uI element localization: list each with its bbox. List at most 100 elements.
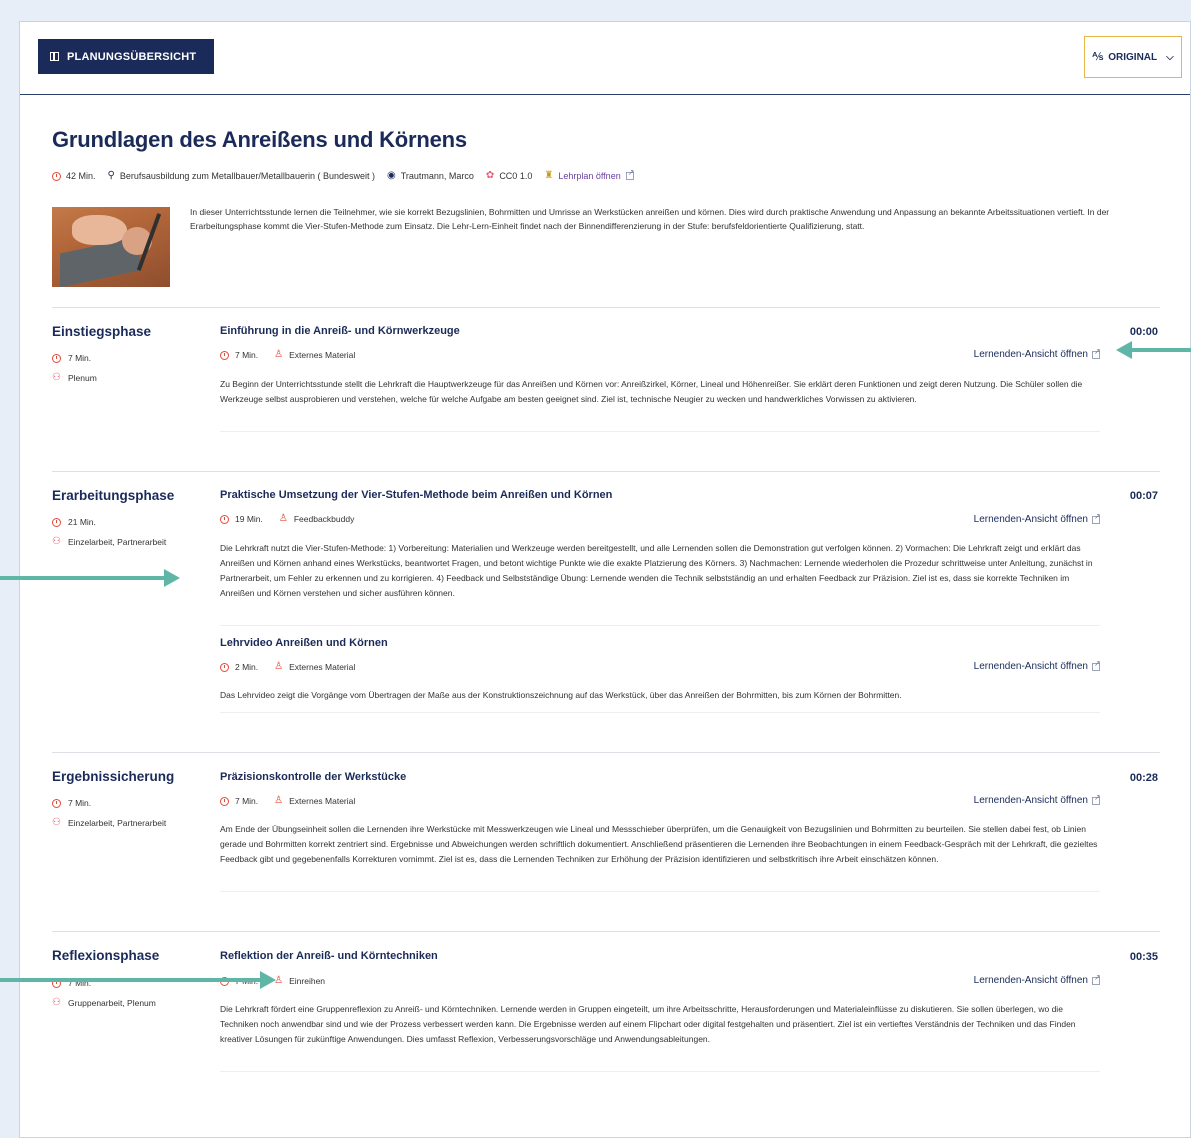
lesson-intro: In dieser Unterrichtsstunde lernen die T… [190, 207, 1110, 231]
activity-description: Die Lehrkraft nutzt die Vier-Stufen-Meth… [220, 543, 1093, 598]
activity-duration: 7 Min. [235, 350, 259, 360]
external-link-icon [1092, 659, 1101, 671]
lesson-program: Berufsausbildung zum Metallbauer/Metallb… [119, 171, 375, 181]
open-learner-view-link[interactable]: Lernenden-Ansicht öffnen [973, 973, 1101, 987]
lesson-image [52, 207, 170, 287]
phase-duration-row: 21 Min. [52, 517, 96, 527]
activity-material: Feedbackbuddy [293, 514, 355, 524]
phase-duration-row: 7 Min. [52, 353, 91, 363]
state-crest-icon: ♜ [544, 170, 554, 181]
author-icon: ◉ [386, 170, 396, 181]
activity-meta: 2 Min. ♙ Externes Material [220, 662, 371, 672]
annotation-arrow [1116, 341, 1191, 359]
material-icon: ♙ [274, 795, 284, 806]
planning-overview-button[interactable]: PLANUNGSÜBERSICHT [38, 39, 214, 74]
divider [220, 712, 1100, 713]
open-learner-view-label: Lernenden-Ansicht öffnen [973, 975, 1088, 986]
clock-icon [52, 171, 61, 181]
open-learner-view-label: Lernenden-Ansicht öffnen [973, 661, 1088, 672]
phase-duration: 7 Min. [68, 353, 92, 363]
page-title: Grundlagen des Anreißens und Körnens [52, 127, 467, 152]
phase-social-row: ⚇ Einzelarbeit, Partnerarbeit [52, 536, 167, 548]
divider [52, 931, 1160, 932]
overview-icon [50, 52, 59, 61]
open-learner-view-link[interactable]: Lernenden-Ansicht öffnen [973, 512, 1101, 526]
external-link-icon [625, 168, 634, 180]
phase-start-time: 00:00 [1129, 326, 1158, 338]
divider [220, 625, 1100, 626]
divider [52, 307, 1160, 308]
divider [220, 891, 1100, 892]
activity-title: Präzisionskontrolle der Werkstücke [220, 771, 407, 783]
activity-title: Praktische Umsetzung der Vier-Stufen-Met… [220, 489, 613, 501]
phase-duration-row: 7 Min. [52, 798, 91, 808]
material-icon: ♙ [278, 513, 288, 524]
group-icon: ⚇ [52, 372, 61, 383]
activity-title: Einführung in die Anreiß- und Körnwerkze… [220, 325, 460, 337]
activity-description: Das Lehrvideo zeigt die Vorgänge vom Übe… [220, 690, 902, 700]
activity-title: Lehrvideo Anreißen und Körnen [220, 637, 388, 649]
activity-meta: 7 Min. ♙ Externes Material [220, 796, 371, 806]
language-select-button[interactable]: ⅍ ORIGINAL ⌵ [1084, 36, 1182, 78]
activity-material: Einreihen [289, 976, 326, 986]
divider [52, 752, 1160, 753]
divider [220, 431, 1100, 432]
translate-icon: ⅍ [1092, 51, 1104, 63]
external-link-icon [1092, 793, 1101, 805]
phase-name: Reflexionsphase [52, 948, 160, 963]
activity-material: Externes Material [289, 662, 356, 672]
external-link-icon [1092, 347, 1101, 359]
phase-name: Einstiegsphase [52, 324, 152, 339]
annotation-arrow [0, 971, 276, 989]
activity-description: Am Ende der Übungseinheit sollen die Ler… [220, 824, 1098, 864]
planning-overview-label: PLANUNGSÜBERSICHT [67, 50, 197, 63]
group-icon: ⚇ [52, 997, 61, 1008]
phase-start-time: 00:35 [1129, 951, 1158, 963]
clock-icon [220, 514, 229, 524]
open-learner-view-label: Lernenden-Ansicht öffnen [973, 349, 1088, 360]
top-bar: PLANUNGSÜBERSICHT ⅍ ORIGINAL ⌵ [20, 22, 1190, 95]
curriculum-link[interactable]: Lehrplan öffnen [558, 171, 620, 181]
divider [52, 471, 1160, 472]
clock-icon [52, 798, 61, 808]
phase-social-form: Einzelarbeit, Partnerarbeit [67, 818, 167, 828]
license-icon: ✿ [485, 170, 495, 181]
activity-duration: 19 Min. [235, 514, 263, 524]
phase-social-row: ⚇ Plenum [52, 372, 97, 384]
phase-social-row: ⚇ Gruppenarbeit, Plenum [52, 997, 156, 1009]
phase-name: Ergebnissicherung [52, 769, 175, 784]
lesson-author: Trautmann, Marco [400, 171, 474, 181]
phase-social-form: Einzelarbeit, Partnerarbeit [67, 537, 167, 547]
clock-icon [220, 796, 229, 806]
clock-icon [220, 350, 229, 360]
activity-title: Reflektion der Anreiß- und Körntechniken [220, 950, 438, 962]
activity-duration: 2 Min. [235, 662, 259, 672]
open-learner-view-link[interactable]: Lernenden-Ansicht öffnen [973, 659, 1101, 673]
clock-icon [220, 662, 229, 672]
activity-description: Die Lehrkraft fördert eine Gruppenreflex… [220, 1004, 1076, 1044]
external-link-icon [1092, 512, 1101, 524]
activity-meta: 7 Min. ♙ Externes Material [220, 350, 371, 360]
open-learner-view-label: Lernenden-Ansicht öffnen [973, 795, 1088, 806]
clock-icon [52, 517, 61, 527]
material-icon: ♙ [274, 661, 284, 672]
lesson-license: CC0 1.0 [499, 171, 533, 181]
phase-start-time: 00:28 [1129, 772, 1158, 784]
open-learner-view-link[interactable]: Lernenden-Ansicht öffnen [973, 793, 1101, 807]
material-icon: ♙ [274, 349, 284, 360]
chevron-down-icon: ⌵ [1166, 51, 1174, 63]
group-icon: ⚇ [52, 536, 61, 547]
phase-duration: 7 Min. [68, 798, 92, 808]
lesson-duration: 42 Min. [66, 171, 96, 181]
external-link-icon [1092, 973, 1101, 985]
phase-name: Erarbeitungsphase [52, 488, 175, 503]
phase-social-form: Gruppenarbeit, Plenum [67, 998, 156, 1008]
open-learner-view-label: Lernenden-Ansicht öffnen [973, 514, 1088, 525]
phase-duration: 21 Min. [68, 517, 96, 527]
open-learner-view-link[interactable]: Lernenden-Ansicht öffnen [973, 347, 1101, 361]
activity-meta: 19 Min. ♙ Feedbackbuddy [220, 514, 370, 524]
activity-material: Externes Material [289, 796, 356, 806]
education-icon: ⚲ [107, 170, 115, 181]
phase-social-row: ⚇ Einzelarbeit, Partnerarbeit [52, 818, 167, 829]
divider [220, 1071, 1100, 1072]
